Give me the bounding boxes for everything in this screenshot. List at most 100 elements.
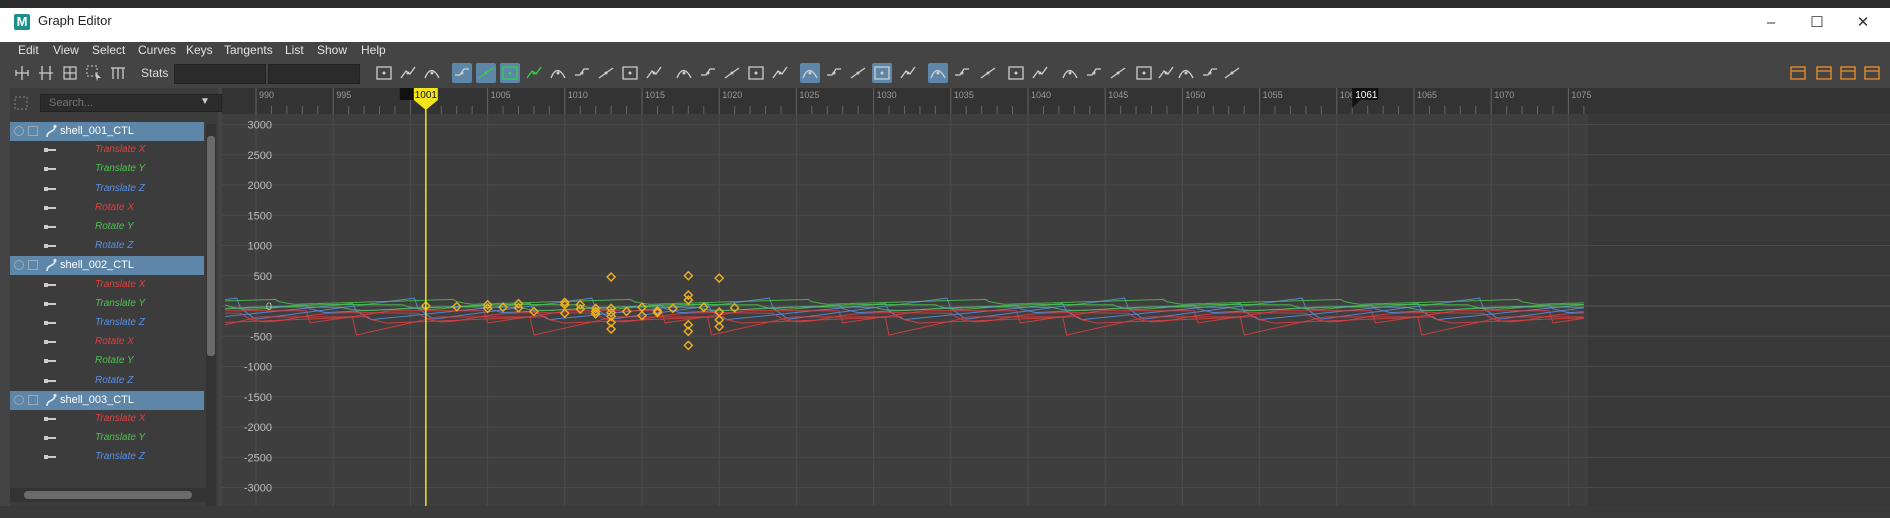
- insert-keys-icon[interactable]: [36, 63, 56, 83]
- outliner-attribute[interactable]: Rotate Y: [10, 218, 204, 237]
- background-viewport-strip: [0, 0, 1890, 8]
- step-next-icon[interactable]: [596, 63, 616, 83]
- euler-filter-icon[interactable]: [1200, 63, 1220, 83]
- node-toggle-icon[interactable]: [28, 126, 38, 136]
- outliner-attribute[interactable]: Translate X: [10, 141, 204, 160]
- keyframe[interactable]: [606, 271, 617, 282]
- outliner-node[interactable]: shell_002_CTL: [10, 256, 204, 276]
- fixed-tangent-icon[interactable]: [644, 63, 664, 83]
- flat-tangent-icon[interactable]: [548, 63, 568, 83]
- scrollbar-thumb[interactable]: [207, 136, 215, 356]
- menu-curves[interactable]: Curves: [138, 43, 176, 57]
- animation-curve[interactable]: [225, 297, 1584, 320]
- simplify-curve-icon[interactable]: [1176, 63, 1196, 83]
- outliner-attribute[interactable]: Translate Y: [10, 160, 204, 179]
- outliner-attribute[interactable]: Rotate X: [10, 333, 204, 352]
- buffer-curve-icon[interactable]: [674, 63, 694, 83]
- clamped-tangent-icon[interactable]: [500, 63, 520, 83]
- menu-list[interactable]: List: [285, 43, 304, 57]
- outliner-attribute[interactable]: Rotate Z: [10, 372, 204, 391]
- absolute-view-icon[interactable]: [1006, 63, 1026, 83]
- expand-toggle-icon[interactable]: [14, 126, 24, 136]
- stats-frame-field[interactable]: [174, 64, 266, 84]
- cycle-icon[interactable]: [872, 63, 892, 83]
- tangent-weight-icon[interactable]: [1108, 63, 1128, 83]
- menu-view[interactable]: View: [53, 43, 79, 57]
- time-snap-icon[interactable]: [1060, 63, 1080, 83]
- snap-icon[interactable]: [928, 63, 948, 83]
- value-tick-label: 1000: [248, 241, 272, 253]
- stacked-view-icon[interactable]: [952, 63, 972, 83]
- free-weight-icon[interactable]: [770, 63, 790, 83]
- key-list-icon[interactable]: [1814, 63, 1834, 83]
- outliner-node[interactable]: shell_003_CTL: [10, 390, 204, 410]
- outliner-vertical-scrollbar[interactable]: [206, 124, 216, 506]
- menu-tangents[interactable]: Tangents: [224, 43, 273, 57]
- linear-tangent-icon[interactable]: [524, 63, 544, 83]
- frame-selection-icon[interactable]: [398, 63, 418, 83]
- normalized-view-icon[interactable]: [978, 63, 998, 83]
- close-button[interactable]: ✕: [1840, 8, 1886, 38]
- outliner-attribute[interactable]: Translate Z: [10, 314, 204, 333]
- value-tick-label: 3000: [248, 120, 272, 132]
- curve-filter-icon[interactable]: [1156, 63, 1176, 83]
- expand-toggle-icon[interactable]: [14, 394, 24, 405]
- scrollbar-thumb[interactable]: [24, 491, 192, 499]
- post-infinity-icon[interactable]: [848, 63, 868, 83]
- frame-tick-label: 1075: [1571, 90, 1591, 100]
- curve-graph[interactable]: 990 995 1000 1005 1010 1015 1020 1025 1030 1035 10…: [222, 88, 1890, 506]
- maximize-button[interactable]: ☐: [1794, 8, 1840, 38]
- frame-all-icon[interactable]: [374, 63, 394, 83]
- region-select-icon[interactable]: [84, 63, 104, 83]
- expand-toggle-icon[interactable]: [14, 260, 24, 271]
- key-stats-icon[interactable]: [1134, 63, 1154, 83]
- graph-view[interactable]: 990 995 1000 1005 1010 1015 1020 1025 1030 1035 10…: [222, 88, 1890, 506]
- menu-select[interactable]: Select: [92, 43, 125, 57]
- move-nearest-key-icon[interactable]: [12, 63, 32, 83]
- retime-tool-icon[interactable]: [108, 63, 128, 83]
- unify-tangents-icon[interactable]: [746, 63, 766, 83]
- outliner-attribute[interactable]: Translate X: [10, 410, 204, 429]
- value-snap-icon[interactable]: [1084, 63, 1104, 83]
- value-tick-label: 2500: [248, 150, 272, 162]
- spline-tangent-icon[interactable]: [476, 63, 496, 83]
- resample-icon[interactable]: [1222, 63, 1242, 83]
- lock-weight-icon[interactable]: [800, 63, 820, 83]
- outliner-horizontal-scrollbar[interactable]: [10, 488, 206, 502]
- outliner-attribute[interactable]: Rotate Z: [10, 237, 204, 256]
- filter-icon[interactable]: [14, 96, 28, 110]
- plateau-tangent-icon[interactable]: [620, 63, 640, 83]
- chevron-down-icon[interactable]: ▼: [200, 96, 210, 107]
- menu-show[interactable]: Show: [317, 43, 347, 57]
- menu-keys[interactable]: Keys: [186, 43, 213, 57]
- pre-infinity-icon[interactable]: [824, 63, 844, 83]
- node-toggle-icon[interactable]: [28, 260, 38, 271]
- frame-center-icon[interactable]: [1788, 63, 1808, 83]
- outliner-attribute[interactable]: Rotate X: [10, 199, 204, 218]
- outliner-attribute[interactable]: Translate Y: [10, 429, 204, 448]
- graph-settings-icon[interactable]: [1838, 63, 1858, 83]
- swap-buffer-icon[interactable]: [698, 63, 718, 83]
- outliner-attribute[interactable]: Translate X: [10, 276, 204, 295]
- auto-tangent-icon[interactable]: [452, 63, 472, 83]
- node-toggle-icon[interactable]: [28, 394, 38, 405]
- search-input[interactable]: [40, 94, 222, 112]
- minimize-button[interactable]: –: [1748, 8, 1794, 38]
- frame-playback-icon[interactable]: [422, 63, 442, 83]
- outliner-attribute[interactable]: Translate Z: [10, 448, 204, 467]
- outliner-attribute[interactable]: Rotate Y: [10, 352, 204, 371]
- frame-tick-label: 1040: [1031, 90, 1051, 100]
- break-tangents-icon[interactable]: [722, 63, 742, 83]
- keyframe[interactable]: [683, 340, 694, 351]
- menu-edit[interactable]: Edit: [18, 43, 39, 57]
- step-tangent-icon[interactable]: [572, 63, 592, 83]
- outliner-node[interactable]: shell_001_CTL: [10, 122, 204, 141]
- pin-curve-icon[interactable]: [1030, 63, 1050, 83]
- cycle-offset-icon[interactable]: [898, 63, 918, 83]
- preferences-icon[interactable]: [1862, 63, 1882, 83]
- lattice-deform-icon[interactable]: [60, 63, 80, 83]
- stats-value-field[interactable]: [268, 64, 360, 84]
- outliner-attribute[interactable]: Translate Z: [10, 180, 204, 199]
- menu-help[interactable]: Help: [361, 43, 386, 57]
- outliner-attribute[interactable]: Translate Y: [10, 295, 204, 314]
